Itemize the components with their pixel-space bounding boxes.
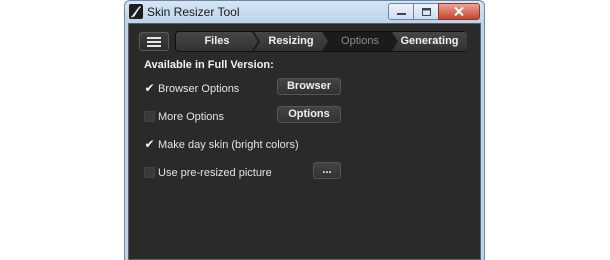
wizard-step-files[interactable]: Files <box>176 32 258 51</box>
wizard-step-resizing[interactable]: Resizing <box>254 32 328 51</box>
close-icon <box>454 3 464 21</box>
pre-resized-checkbox[interactable] <box>144 167 155 178</box>
brush-icon <box>129 4 143 19</box>
more-options-label: More Options <box>158 111 225 123</box>
wizard-step-generating[interactable]: Generating <box>392 32 467 51</box>
browser-options-checkbox[interactable]: ✔ <box>144 82 155 94</box>
minimize-button[interactable] <box>388 3 414 20</box>
app-window: Skin Resizer Tool Files Resizing Options… <box>124 0 485 260</box>
more-options-checkbox[interactable] <box>144 111 155 122</box>
options-button[interactable]: Options <box>277 106 341 123</box>
wizard-step-options[interactable]: Options <box>324 32 396 51</box>
day-skin-checkbox[interactable]: ✔ <box>144 138 155 150</box>
wizard-steps: Files Resizing Options Generating <box>175 31 467 52</box>
maximize-icon <box>421 3 431 21</box>
option-row-day-skin: ✔ Make day skin (bright colors) <box>144 137 484 155</box>
day-skin-label: Make day skin (bright colors) <box>158 139 299 151</box>
section-title: Available in Full Version: <box>144 59 274 71</box>
client-area: Files Resizing Options Generating Availa… <box>128 23 481 260</box>
pre-resized-label: Use pre-resized picture <box>158 167 272 179</box>
maximize-button[interactable] <box>414 3 438 20</box>
window-title: Skin Resizer Tool <box>147 5 240 19</box>
menu-button[interactable] <box>139 32 169 51</box>
browser-button[interactable]: Browser <box>277 78 341 95</box>
browser-options-label: Browser Options <box>158 83 240 95</box>
close-button[interactable] <box>438 3 480 20</box>
caption-buttons <box>388 3 480 20</box>
minimize-icon <box>396 3 406 21</box>
browse-picture-button[interactable]: ... <box>313 162 341 179</box>
title-bar[interactable]: Skin Resizer Tool <box>125 1 484 23</box>
